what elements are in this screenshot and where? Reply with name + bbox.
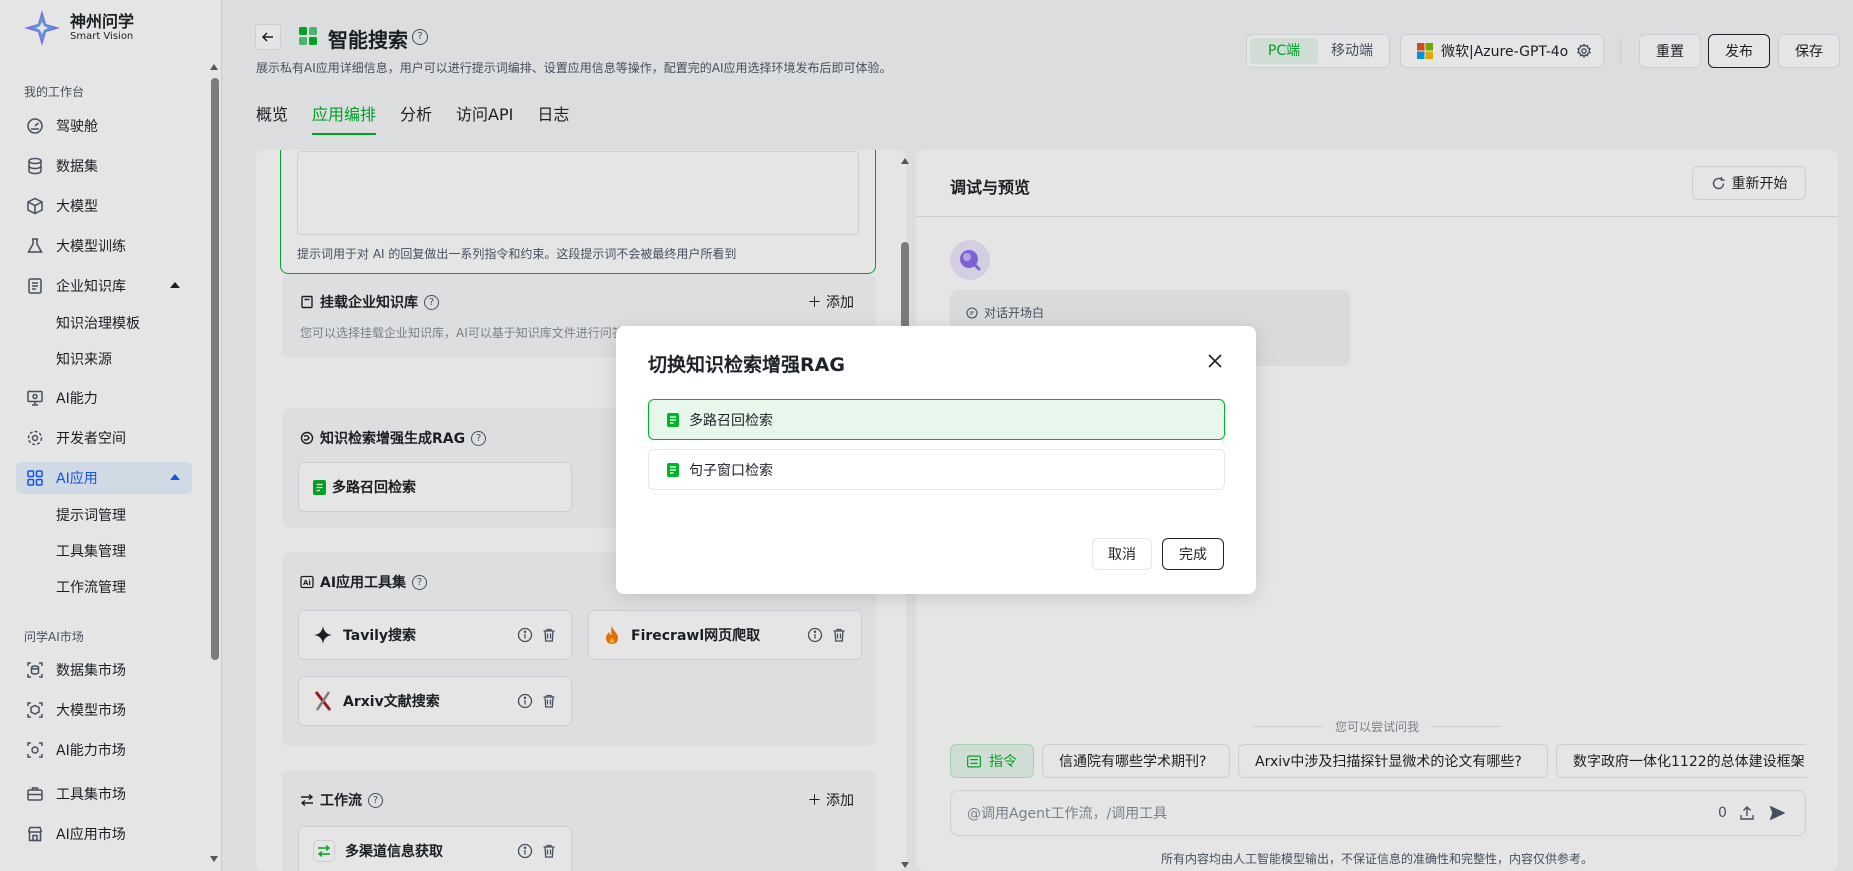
rag-option-sentence-window[interactable]: 句子窗口检索: [648, 449, 1225, 490]
dialog-title: 切换知识检索增强RAG: [648, 354, 845, 376]
doc-icon: [667, 462, 679, 477]
option-label: 句子窗口检索: [689, 462, 773, 479]
rag-option-multi-recall[interactable]: 多路召回检索: [648, 399, 1225, 440]
option-label: 多路召回检索: [689, 412, 773, 429]
confirm-button[interactable]: 完成: [1162, 538, 1224, 570]
doc-icon: [667, 412, 679, 427]
rag-switch-dialog: 切换知识检索增强RAG 多路召回检索 句子窗口检索 取消 完成: [616, 326, 1256, 594]
cancel-button[interactable]: 取消: [1092, 538, 1152, 570]
close-icon[interactable]: [1206, 352, 1224, 370]
